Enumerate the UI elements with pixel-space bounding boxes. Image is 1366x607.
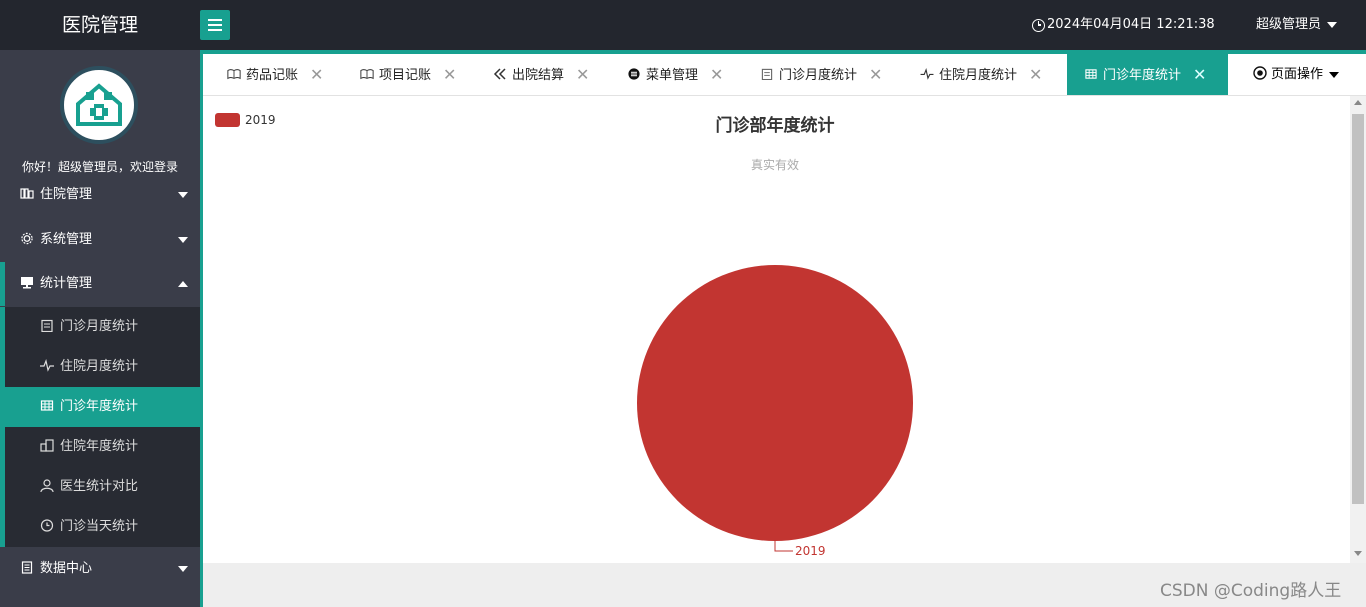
hospital-logo-icon [69, 75, 129, 135]
gear-icon [21, 232, 33, 245]
page-operations-label: 页面操作 [1271, 67, 1324, 82]
app-title: 医院管理 [61, 14, 138, 36]
tab-label: 住院月度统计 [939, 68, 1018, 83]
hamburger-menu-button[interactable] [200, 10, 230, 40]
scroll-up-arrow-icon[interactable] [1354, 100, 1362, 105]
nav-group-label: 住院管理 [40, 187, 93, 202]
sidebar-item-inpatient-yearly[interactable]: 住院年度统计 [5, 427, 200, 467]
page-operations-dropdown[interactable]: 页面操作 [1253, 54, 1340, 95]
clipboard-icon [41, 319, 53, 332]
watermark: CSDN @Coding路人王 [1160, 581, 1342, 601]
tab-outpatient-monthly[interactable]: 门诊月度统计 ✕ [760, 54, 882, 95]
tab-label: 门诊年度统计 [1103, 68, 1182, 83]
nav-group-label: 系统管理 [40, 232, 93, 247]
tab-label: 项目记账 [379, 68, 432, 83]
bed-icon [20, 188, 34, 199]
datetime-text: 2024年04月04日 12:21:38 [1047, 17, 1215, 32]
pie-slice[interactable] [637, 265, 913, 541]
tab-label: 门诊月度统计 [779, 68, 858, 83]
monitor-icon [21, 277, 33, 289]
slice-label-line [774, 541, 793, 552]
nav-group-statistics[interactable]: 统计管理 [0, 262, 200, 306]
sidebar-item-label: 门诊当天统计 [60, 519, 139, 534]
scroll-down-arrow-icon[interactable] [1354, 551, 1362, 556]
clipboard-icon [761, 68, 773, 80]
table-icon [40, 400, 54, 411]
table-icon [1085, 69, 1097, 79]
legend-label[interactable]: 2019 [245, 113, 276, 127]
clock-icon [40, 519, 54, 532]
chart-panel: 2019 门诊部年度统计 真实有效 2019 [203, 96, 1350, 563]
sidebar-item-label: 住院月度统计 [60, 359, 139, 374]
close-icon[interactable]: ✕ [1193, 54, 1206, 95]
close-icon[interactable]: ✕ [1029, 54, 1042, 95]
sidebar-item-label: 住院年度统计 [60, 439, 139, 454]
tab-discharge-settlement[interactable]: 出院结算 ✕ [493, 54, 589, 95]
admin-dropdown[interactable]: 超级管理员 [1256, 0, 1338, 50]
chart-title: 门诊部年度统计 [716, 115, 835, 136]
datetime-display: 2024年04月04日 12:21:38 [1032, 0, 1215, 50]
target-circle-icon [1253, 66, 1267, 80]
close-icon[interactable]: ✕ [710, 54, 723, 95]
sidebar-item-outpatient-yearly[interactable]: 门诊年度统计 [0, 387, 200, 427]
book-icon [360, 69, 374, 80]
hospital-logo [60, 66, 138, 144]
tab-outpatient-yearly[interactable]: 门诊年度统计 ✕ [1067, 54, 1228, 95]
tab-bar: 药品记账 ✕ 项目记账 ✕ 出院结算 ✕ 菜单管理 ✕ 门诊月度统计 ✕ 住院月度统计 ✕ … [203, 50, 1366, 96]
double-left-icon [493, 68, 506, 80]
tab-label: 药品记账 [246, 68, 299, 83]
close-icon[interactable]: ✕ [310, 54, 323, 95]
book-icon [227, 69, 241, 80]
legend-swatch[interactable] [215, 113, 240, 127]
pulse-icon [920, 68, 934, 80]
sidebar-item-label: 门诊年度统计 [60, 399, 139, 414]
chevron-down-icon [178, 565, 188, 572]
menu-circle-icon [628, 68, 640, 80]
tab-label: 出院结算 [512, 68, 565, 83]
sidebar-item-label: 门诊月度统计 [60, 319, 139, 334]
chevron-down-icon [1329, 71, 1340, 78]
tab-item-billing[interactable]: 项目记账 ✕ [360, 54, 456, 95]
tab-drug-billing[interactable]: 药品记账 ✕ [227, 54, 323, 95]
chevron-up-icon [178, 280, 188, 287]
scroll-thumb[interactable] [1352, 114, 1364, 504]
sidebar-item-outpatient-monthly[interactable]: 门诊月度统计 [5, 307, 200, 347]
close-icon[interactable]: ✕ [869, 54, 882, 95]
pie-chart: 2019 门诊部年度统计 真实有效 2019 [215, 113, 913, 558]
document-icon [21, 561, 33, 574]
admin-name: 超级管理员 [1256, 17, 1322, 32]
building-icon [40, 439, 54, 452]
nav-group-system[interactable]: 系统管理 [0, 218, 200, 262]
tab-menu-management[interactable]: 菜单管理 ✕ [627, 54, 723, 95]
pulse-icon [40, 359, 54, 372]
nav-group-inpatient[interactable]: 住院管理 [0, 173, 200, 217]
sidebar-item-doctor-comparison[interactable]: 医生统计对比 [5, 467, 200, 507]
slice-label: 2019 [795, 544, 826, 558]
chevron-down-icon [178, 236, 188, 243]
nav-group-label: 数据中心 [40, 561, 93, 576]
close-icon[interactable]: ✕ [443, 54, 456, 95]
top-header: 医院管理 2024年04月04日 12:21:38 超级管理员 [0, 0, 1366, 50]
pie-slices: 2019 [637, 265, 913, 558]
sidebar: 你好！超级管理员，欢迎登录 住院管理 系统管理 统计管理 门诊月度统计 住院月度… [0, 50, 200, 607]
content-scrollbar[interactable] [1350, 96, 1366, 563]
sidebar-item-label: 医生统计对比 [60, 479, 139, 494]
sidebar-item-inpatient-monthly[interactable]: 住院月度统计 [5, 347, 200, 387]
chevron-down-icon [1327, 21, 1338, 28]
nav-group-label: 统计管理 [40, 276, 93, 291]
tab-inpatient-monthly[interactable]: 住院月度统计 ✕ [920, 54, 1042, 95]
clock-icon [1032, 18, 1045, 32]
chevron-down-icon [178, 191, 188, 198]
close-icon[interactable]: ✕ [576, 54, 589, 95]
tab-label: 菜单管理 [646, 68, 699, 83]
chart-subtitle: 真实有效 [751, 157, 799, 172]
sidebar-item-outpatient-today[interactable]: 门诊当天统计 [5, 507, 200, 547]
hamburger-icon [208, 19, 222, 21]
nav-group-data-center[interactable]: 数据中心 [0, 547, 200, 591]
user-icon [40, 479, 54, 492]
